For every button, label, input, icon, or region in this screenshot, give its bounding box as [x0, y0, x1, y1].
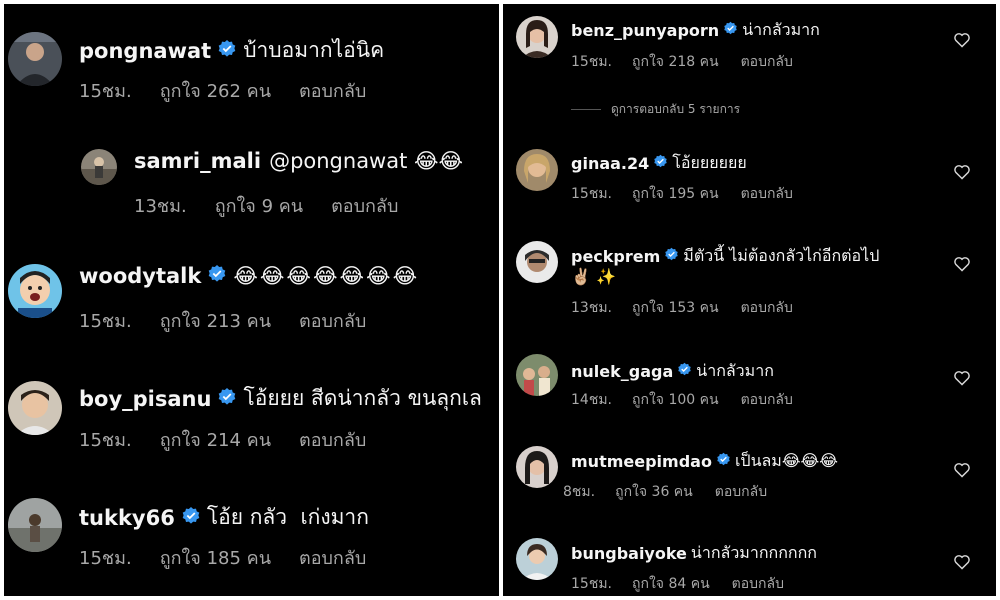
comments-panel-right: benz_punyaporn น่ากลัวมาก 15ชม. ถูกใจ 21…	[503, 4, 996, 596]
reply-button[interactable]: ตอบกลับ	[732, 573, 784, 595]
avatar[interactable]	[516, 241, 558, 283]
avatar[interactable]	[8, 498, 62, 552]
comment-text: มีตัวนี้ ไม่ต้องกลัวไก่อีกต่อไป	[683, 246, 880, 265]
avatar[interactable]	[516, 16, 558, 58]
reply-button[interactable]: ตอบกลับ	[299, 76, 366, 105]
verified-badge-icon	[716, 452, 731, 471]
username[interactable]: nulek_gaga	[571, 362, 673, 381]
reply-button[interactable]: ตอบกลับ	[741, 51, 793, 73]
username[interactable]: boy_pisanu	[79, 387, 211, 411]
reply-button[interactable]: ตอบกลับ	[299, 306, 366, 335]
comment-text: บ้าบอมากไอ่นิค	[243, 38, 385, 62]
reply-button[interactable]: ตอบกลับ	[299, 543, 366, 572]
heart-icon[interactable]	[953, 32, 971, 48]
username[interactable]: benz_punyaporn	[571, 21, 719, 40]
comment-time: 15ชม.	[79, 548, 132, 569]
verified-badge-icon	[207, 264, 227, 288]
comment-text: น่ากลัวมาก	[696, 361, 774, 380]
comment-time: 15ชม.	[79, 311, 132, 332]
comment-text: 😂😂😂😂😂😂😂	[233, 264, 420, 288]
verified-badge-icon	[653, 154, 668, 173]
verified-badge-icon	[217, 39, 237, 63]
comment-text: เป็นลม😂😂😂	[734, 451, 838, 470]
like-count[interactable]: ถูกใจ 262 คน	[160, 76, 271, 105]
heart-icon[interactable]	[953, 164, 971, 180]
comment-time: 15ชม.	[571, 186, 612, 202]
username[interactable]: peckprem	[571, 247, 660, 266]
comment-text: โอ้ยยย สีดน่ากลัว ขนลุกเล	[243, 386, 482, 410]
comment-text: น่ากลัวมาก	[742, 20, 820, 39]
divider	[571, 109, 601, 110]
comment-time: 13ชม.	[134, 196, 187, 217]
comments-panel-left: pongnawat บ้าบอมากไอ่นิค 15ชม. ถูกใจ 262…	[4, 4, 499, 596]
username[interactable]: mutmeepimdao	[571, 452, 712, 471]
like-count[interactable]: ถูกใจ 218 คน	[632, 51, 719, 73]
avatar[interactable]	[516, 538, 558, 580]
like-count[interactable]: ถูกใจ 185 คน	[160, 543, 271, 572]
verified-badge-icon	[664, 247, 679, 266]
like-count[interactable]: ถูกใจ 213 คน	[160, 306, 271, 335]
verified-badge-icon	[677, 362, 692, 381]
username[interactable]: tukky66	[79, 506, 175, 530]
like-count[interactable]: ถูกใจ 214 คน	[160, 425, 271, 454]
view-replies-button[interactable]: ดูการตอบกลับ 5 รายการ	[571, 100, 740, 119]
heart-icon[interactable]	[953, 370, 971, 386]
like-count[interactable]: ถูกใจ 100 คน	[632, 389, 719, 411]
like-count[interactable]: ถูกใจ 84 คน	[632, 573, 710, 595]
view-replies-label: ดูการตอบกลับ 5 รายการ	[611, 102, 741, 116]
like-count[interactable]: ถูกใจ 9 คน	[215, 191, 303, 220]
heart-icon[interactable]	[953, 554, 971, 570]
username[interactable]: woodytalk	[79, 264, 201, 288]
username[interactable]: ginaa.24	[571, 154, 649, 173]
reply-button[interactable]: ตอบกลับ	[715, 481, 767, 503]
verified-badge-icon	[723, 21, 738, 40]
comment-text: โอ้ย กลัว เก่งมาก	[206, 505, 369, 529]
avatar[interactable]	[8, 32, 62, 86]
avatar[interactable]	[81, 149, 117, 185]
comment-text: โอ้ยยยยยย	[672, 153, 747, 172]
comment-text: น่ากลัวมากกกกกก	[690, 543, 817, 562]
like-count[interactable]: ถูกใจ 195 คน	[632, 183, 719, 205]
heart-icon[interactable]	[953, 462, 971, 478]
comment-text-continued: ✌🏼 ✨	[571, 267, 616, 286]
avatar[interactable]	[516, 446, 558, 488]
comment-time: 15ชม.	[571, 576, 612, 592]
avatar[interactable]	[8, 381, 62, 435]
comment-text: @pongnawat 😂😂	[269, 149, 464, 173]
comment-time: 15ชม.	[79, 81, 132, 102]
avatar[interactable]	[8, 264, 62, 318]
reply-button[interactable]: ตอบกลับ	[741, 297, 793, 319]
avatar[interactable]	[516, 149, 558, 191]
avatar[interactable]	[516, 354, 558, 396]
verified-badge-icon	[217, 387, 237, 411]
reply-button[interactable]: ตอบกลับ	[741, 389, 793, 411]
username[interactable]: samri_mali	[134, 149, 261, 173]
comment-time: 13ชม.	[571, 300, 612, 316]
like-count[interactable]: ถูกใจ 153 คน	[632, 297, 719, 319]
reply-button[interactable]: ตอบกลับ	[299, 425, 366, 454]
comment-time: 15ชม.	[571, 54, 612, 70]
comment-time: 8ชม.	[563, 484, 596, 500]
comment-time: 15ชม.	[79, 430, 132, 451]
heart-icon[interactable]	[953, 256, 971, 272]
reply-button[interactable]: ตอบกลับ	[331, 191, 398, 220]
comment-time: 14ชม.	[571, 392, 612, 408]
username[interactable]: pongnawat	[79, 39, 211, 63]
username[interactable]: bungbaiyoke	[571, 544, 687, 563]
reply-button[interactable]: ตอบกลับ	[741, 183, 793, 205]
verified-badge-icon	[181, 506, 201, 530]
like-count[interactable]: ถูกใจ 36 คน	[615, 481, 693, 503]
